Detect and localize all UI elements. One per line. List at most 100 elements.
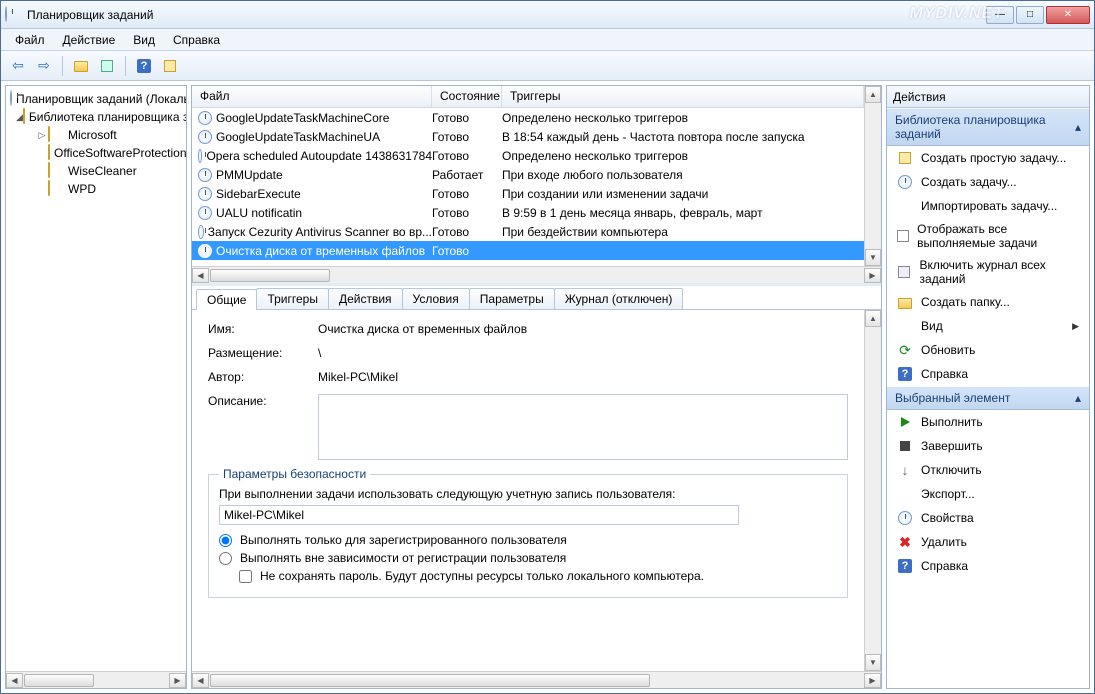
scroll-down-button[interactable]: ▼ [865, 654, 881, 671]
label-name: Имя: [208, 322, 318, 336]
task-icon [198, 130, 212, 144]
action-help-selected[interactable]: ?Справка [887, 554, 1089, 578]
action-disable[interactable]: ↓Отключить [887, 458, 1089, 482]
minimize-button[interactable]: — [986, 6, 1014, 24]
tab-settings[interactable]: Параметры [469, 288, 555, 309]
radio-any[interactable] [219, 552, 232, 565]
scroll-thumb[interactable] [24, 674, 94, 687]
action-end[interactable]: Завершить [887, 434, 1089, 458]
tab-conditions[interactable]: Условия [402, 288, 470, 309]
actions-section-library[interactable]: Библиотека планировщика заданий ▴ [887, 108, 1089, 146]
tab-general[interactable]: Общие [196, 289, 257, 310]
scroll-track[interactable] [209, 268, 864, 283]
value-name: Очистка диска от временных файлов [318, 322, 848, 336]
folder-icon [48, 145, 50, 161]
menu-action[interactable]: Действие [55, 31, 124, 49]
tree-item-osp[interactable]: OfficeSoftwareProtectionPlatform [6, 144, 186, 162]
action-enable-history[interactable]: Включить журнал всех заданий [887, 254, 1089, 290]
preview-icon [164, 60, 176, 72]
action-properties[interactable]: Свойства [887, 506, 1089, 530]
description-textarea[interactable] [318, 394, 848, 460]
tab-triggers[interactable]: Триггеры [256, 288, 329, 309]
tree-library-label: Библиотека планировщика заданий [29, 110, 186, 124]
tree-root[interactable]: Планировщик заданий (Локальный) [6, 90, 186, 108]
menu-file[interactable]: Файл [7, 31, 53, 49]
up-button[interactable] [70, 55, 92, 77]
tree-hscroll[interactable]: ◀ ▶ [6, 671, 186, 688]
tree-library[interactable]: ◢ Библиотека планировщика заданий [6, 108, 186, 126]
panes-button[interactable] [96, 55, 118, 77]
tab-actions[interactable]: Действия [328, 288, 403, 309]
scroll-thumb[interactable] [210, 674, 650, 687]
actions-section-selected[interactable]: Выбранный элемент ▴ [887, 386, 1089, 410]
menu-view[interactable]: Вид [125, 31, 163, 49]
maximize-button[interactable]: □ [1016, 6, 1044, 24]
task-row[interactable]: Opera scheduled Autoupdate 1438631784Гот… [192, 146, 864, 165]
tree-item-wisecleaner[interactable]: WiseCleaner [6, 162, 186, 180]
action-delete[interactable]: ✖Удалить [887, 530, 1089, 554]
scroll-thumb[interactable] [210, 269, 330, 282]
task-row[interactable]: PMMUpdateРаботаетПри входе любого пользо… [192, 165, 864, 184]
details-vscroll[interactable]: ▲ ▼ [864, 310, 881, 671]
tree-root-label: Планировщик заданий (Локальный) [16, 92, 186, 106]
menu-help[interactable]: Справка [165, 31, 228, 49]
task-state: Готово [432, 130, 502, 144]
scroll-track[interactable] [865, 327, 881, 654]
refresh-icon: ⟳ [897, 342, 913, 358]
list-vscroll[interactable]: ▲ ▼ [864, 86, 881, 266]
action-new-folder[interactable]: Создать папку... [887, 290, 1089, 314]
scroll-left-button[interactable]: ◀ [192, 673, 209, 688]
scroll-track[interactable] [23, 673, 169, 688]
preview-button[interactable] [159, 55, 181, 77]
task-row[interactable]: GoogleUpdateTaskMachineCoreГотовоОпредел… [192, 108, 864, 127]
action-view[interactable]: Вид▶ [887, 314, 1089, 338]
action-create-task[interactable]: Создать задачу... [887, 170, 1089, 194]
close-button[interactable]: ✕ [1046, 6, 1090, 24]
scroll-left-button[interactable]: ◀ [6, 673, 23, 688]
task-row[interactable]: GoogleUpdateTaskMachineUAГотовоВ 18:54 к… [192, 127, 864, 146]
tree-item-microsoft[interactable]: ▷ Microsoft [6, 126, 186, 144]
task-list[interactable]: GoogleUpdateTaskMachineCoreГотовоОпредел… [192, 108, 864, 266]
forward-button[interactable]: ⇨ [33, 55, 55, 77]
action-import-task[interactable]: Импортировать задачу... [887, 194, 1089, 218]
scroll-right-button[interactable]: ▶ [864, 268, 881, 283]
action-refresh[interactable]: ⟳Обновить [887, 338, 1089, 362]
folder-icon [48, 181, 64, 197]
tree-item-wpd[interactable]: WPD [6, 180, 186, 198]
task-row[interactable]: UALU notificatinГотовоВ 9:59 в 1 день ме… [192, 203, 864, 222]
check-no-password-label: Не сохранять пароль. Будут доступны ресу… [260, 569, 704, 583]
action-export[interactable]: Экспорт... [887, 482, 1089, 506]
action-run[interactable]: Выполнить [887, 410, 1089, 434]
scroll-down-button[interactable]: ▼ [865, 249, 881, 266]
action-create-basic-task[interactable]: Создать простую задачу... [887, 146, 1089, 170]
action-show-running[interactable]: Отображать все выполняемые задачи [887, 218, 1089, 254]
col-triggers[interactable]: Триггеры [502, 86, 864, 107]
scroll-track[interactable] [209, 673, 864, 688]
col-file[interactable]: Файл [192, 86, 432, 107]
scroll-up-button[interactable]: ▲ [865, 86, 881, 103]
back-button[interactable]: ⇦ [7, 55, 29, 77]
action-label: Справка [921, 367, 968, 381]
section-title: Библиотека планировщика заданий [895, 113, 1075, 141]
scroll-right-button[interactable]: ▶ [864, 673, 881, 688]
radio-logged-on[interactable] [219, 534, 232, 547]
scroll-track[interactable] [865, 103, 881, 249]
task-trigger: Определено несколько триггеров [502, 149, 864, 163]
help-button[interactable]: ? [133, 55, 155, 77]
task-row[interactable]: SidebarExecuteГотовоПри создании или изм… [192, 184, 864, 203]
list-hscroll[interactable]: ◀ ▶ [192, 266, 881, 283]
check-no-password[interactable] [239, 570, 252, 583]
scroll-up-button[interactable]: ▲ [865, 310, 881, 327]
log-icon [897, 264, 912, 280]
details-hscroll[interactable]: ◀ ▶ [192, 671, 881, 688]
scroll-left-button[interactable]: ◀ [192, 268, 209, 283]
expand-icon[interactable]: ◢ [16, 112, 23, 123]
expand-icon[interactable]: ▷ [36, 130, 48, 141]
task-row[interactable]: Запуск Cezurity Antivirus Scanner во вр.… [192, 222, 864, 241]
scroll-right-button[interactable]: ▶ [169, 673, 186, 688]
tab-history[interactable]: Журнал (отключен) [554, 288, 684, 309]
action-help[interactable]: ?Справка [887, 362, 1089, 386]
task-row[interactable]: Очистка диска от временных файловГотово [192, 241, 864, 260]
col-state[interactable]: Состояние [432, 86, 502, 107]
titlebar[interactable]: Планировщик заданий MYDIV.NET — □ ✕ [1, 1, 1094, 29]
